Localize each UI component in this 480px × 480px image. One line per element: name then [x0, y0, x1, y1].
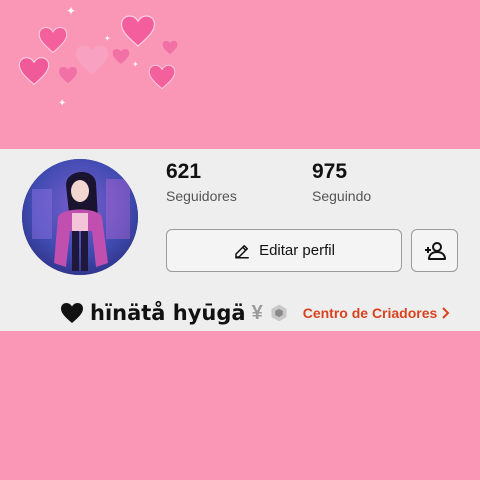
heart-icon [162, 40, 178, 55]
edit-profile-button[interactable]: Editar perfil [166, 229, 402, 272]
heart-icon [38, 26, 68, 54]
chevron-right-icon [442, 307, 450, 319]
hexagon-badge-icon [271, 304, 287, 322]
heart-icon [59, 66, 77, 84]
bottom-decoration-band [0, 331, 480, 480]
add-friend-button[interactable] [411, 229, 458, 272]
pencil-icon [235, 244, 249, 258]
sparkle-icon: ✦ [58, 98, 67, 109]
black-heart-icon [61, 303, 83, 323]
heart-icon [148, 64, 176, 90]
top-decoration-band: ✦ ✦ ✦ ✦ [0, 0, 480, 149]
sparkle-icon: ✦ [132, 60, 139, 69]
sparkle-icon: ✦ [104, 34, 111, 43]
heart-icon [76, 45, 108, 75]
avatar-image [22, 159, 138, 275]
add-person-icon [424, 241, 446, 260]
profile-card: 621 Seguidores 975 Seguindo Editar perfi… [0, 149, 480, 331]
name-suffix: ¥ [251, 301, 263, 324]
followers-count: 621 [166, 160, 202, 183]
avatar[interactable] [22, 159, 138, 275]
profile-name-row: hïnätå hyūgä ¥ Centro de Criadores [60, 299, 450, 327]
display-name: hïnätå hyūgä [90, 301, 246, 325]
followers-stat[interactable]: 621 Seguidores [166, 159, 237, 204]
creator-center-label: Centro de Criadores [302, 305, 438, 321]
following-count: 975 [312, 160, 348, 183]
heart-icon [112, 49, 130, 64]
heart-icon [18, 57, 50, 86]
following-stat[interactable]: 975 Seguindo [312, 159, 371, 204]
sparkle-icon: ✦ [66, 4, 77, 18]
heart-icon [120, 15, 156, 47]
edit-profile-label: Editar perfil [259, 242, 335, 259]
creator-center-link[interactable]: Centro de Criadores [303, 305, 451, 321]
followers-label: Seguidores [166, 188, 237, 204]
following-label: Seguindo [312, 188, 372, 204]
